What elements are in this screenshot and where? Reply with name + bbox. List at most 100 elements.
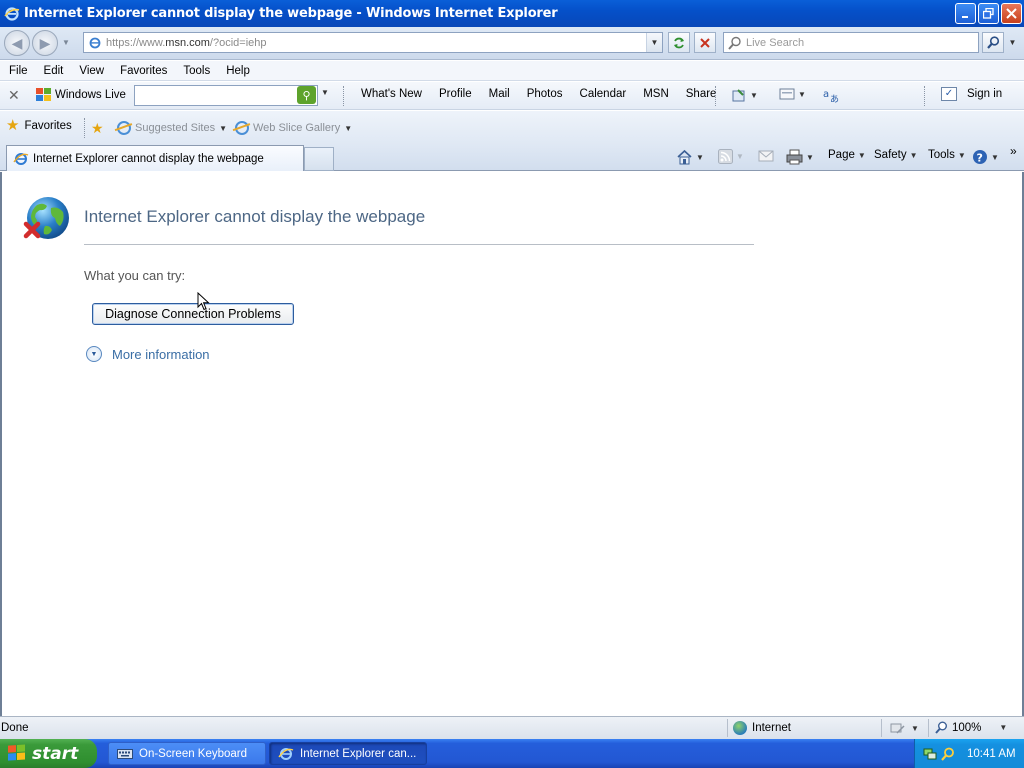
- menu-edit[interactable]: Edit: [36, 65, 72, 77]
- search-input[interactable]: Live Search: [723, 32, 979, 53]
- link-mail[interactable]: Mail: [489, 88, 510, 100]
- safety-menu-button[interactable]: Safety ▼: [874, 149, 918, 161]
- live-links: What's New Profile Mail Photos Calendar …: [361, 88, 733, 100]
- search-options-dropdown[interactable]: ▼: [1006, 32, 1019, 53]
- address-dropdown[interactable]: ▼: [646, 33, 662, 52]
- start-button[interactable]: start: [0, 739, 97, 768]
- globe-error-icon: [23, 197, 69, 239]
- chevron-down-icon: ▼: [344, 123, 353, 133]
- help-dropdown[interactable]: ▼: [991, 153, 999, 162]
- suggested-sites-button[interactable]: Suggested Sites ▼: [117, 121, 227, 135]
- diagnose-connection-button[interactable]: Diagnose Connection Problems: [92, 303, 294, 325]
- help-button[interactable]: ? ▼: [972, 149, 999, 165]
- checkbox-icon: ✓: [941, 87, 957, 101]
- translate-icon: aあ: [823, 89, 839, 103]
- ie-logo-icon: [278, 747, 294, 760]
- link-share[interactable]: Share: [686, 88, 717, 100]
- sign-in-button[interactable]: ✓ Sign in: [941, 87, 1002, 101]
- tab-current[interactable]: Internet Explorer cannot display the web…: [6, 145, 304, 171]
- stop-button[interactable]: [694, 32, 716, 53]
- status-separator: [881, 719, 882, 737]
- translate-button[interactable]: aあ: [823, 87, 839, 103]
- status-text: Done: [1, 722, 29, 734]
- home-button[interactable]: ▼: [676, 149, 704, 165]
- live-search-dropdown[interactable]: ▼: [321, 88, 329, 97]
- restore-icon: [983, 8, 994, 19]
- status-separator: [928, 719, 929, 737]
- menu-file[interactable]: File: [0, 65, 36, 77]
- menu-tools[interactable]: Tools: [175, 65, 218, 77]
- tools-menu-button[interactable]: Tools ▼: [928, 149, 966, 161]
- address-field[interactable]: https://www.msn.com/?ocid=iehp ▼: [83, 32, 663, 53]
- taskbar-item-internet-explorer[interactable]: Internet Explorer can...: [269, 742, 427, 765]
- link-msn[interactable]: MSN: [643, 88, 669, 100]
- ie-logo-icon: [4, 6, 20, 21]
- form-fill-icon: [779, 88, 795, 100]
- taskbar: start On-Screen Keyboard Internet Explor…: [0, 739, 1024, 768]
- highlight-button[interactable]: ▼: [731, 87, 758, 103]
- read-mail-button[interactable]: [758, 149, 774, 162]
- minimize-button[interactable]: [955, 3, 976, 24]
- svg-text:あ: あ: [830, 94, 839, 103]
- search-tray-icon[interactable]: [941, 747, 955, 761]
- back-button[interactable]: ◀: [4, 30, 30, 56]
- forward-arrow-icon: ▶: [39, 34, 51, 51]
- windows-live-button[interactable]: Windows Live: [36, 88, 126, 101]
- keyboard-icon: [117, 748, 133, 759]
- home-dropdown[interactable]: ▼: [696, 153, 704, 162]
- more-information-link[interactable]: ▼ More information: [86, 346, 210, 362]
- close-toolbar-icon[interactable]: ✕: [8, 87, 20, 104]
- close-button[interactable]: [1001, 3, 1022, 24]
- toolbar-separator: [715, 86, 716, 106]
- zoom-icon: [935, 721, 947, 734]
- add-to-favorites-icon[interactable]: ★: [91, 120, 104, 137]
- search-button[interactable]: [982, 32, 1004, 53]
- link-photos[interactable]: Photos: [527, 88, 563, 100]
- recent-pages-dropdown[interactable]: ▼: [62, 38, 70, 47]
- chevron-down-icon: ▼: [857, 150, 866, 160]
- web-slice-gallery-button[interactable]: Web Slice Gallery ▼: [235, 121, 352, 135]
- live-search-button[interactable]: ⚲: [297, 86, 316, 104]
- heading-divider: [84, 244, 754, 245]
- chevron-down-icon: ▼: [909, 150, 918, 160]
- link-calendar[interactable]: Calendar: [580, 88, 627, 100]
- menu-favorites[interactable]: Favorites: [112, 65, 175, 77]
- back-arrow-icon: ◀: [11, 34, 23, 51]
- forward-button[interactable]: ▶: [32, 30, 58, 56]
- clock: 10:41 AM: [967, 747, 1016, 760]
- windows-flag-icon: [36, 88, 51, 101]
- page-menu-button[interactable]: Page ▼: [828, 149, 866, 161]
- ie-page-icon: [117, 121, 131, 135]
- security-zone[interactable]: Internet: [733, 721, 791, 735]
- stop-icon: [700, 37, 710, 48]
- toolbar-separator: [343, 86, 344, 106]
- ie-page-icon: [235, 121, 249, 135]
- favorites-button[interactable]: ★ Favorites: [6, 118, 72, 133]
- new-tab-button[interactable]: [304, 147, 334, 171]
- rss-feed-icon: [718, 149, 733, 164]
- zoom-button[interactable]: 100% ▼: [935, 721, 1007, 734]
- menu-view[interactable]: View: [71, 65, 112, 77]
- menu-help[interactable]: Help: [218, 65, 258, 77]
- taskbar-item-on-screen-keyboard[interactable]: On-Screen Keyboard: [108, 742, 266, 765]
- refresh-button[interactable]: [668, 32, 690, 53]
- feeds-dropdown[interactable]: ▼: [736, 152, 744, 161]
- live-search-icon: [728, 36, 741, 50]
- feeds-button[interactable]: ▼: [718, 149, 744, 164]
- toolbar-overflow-chevron[interactable]: »: [1010, 144, 1017, 158]
- zoom-level: 100%: [952, 721, 982, 734]
- restore-button[interactable]: [978, 3, 999, 24]
- live-search-input[interactable]: [134, 85, 318, 106]
- link-whats-new[interactable]: What's New: [361, 88, 422, 100]
- status-bar: Done Internet ▼ 100% ▼: [0, 716, 1024, 739]
- protected-mode-button[interactable]: ▼: [890, 721, 919, 735]
- print-dropdown[interactable]: ▼: [806, 153, 814, 162]
- highlight-dropdown[interactable]: ▼: [750, 91, 758, 100]
- link-profile[interactable]: Profile: [439, 88, 472, 100]
- web-slice-gallery-label: Web Slice Gallery: [253, 122, 341, 134]
- form-fill-dropdown[interactable]: ▼: [798, 90, 806, 99]
- print-button[interactable]: ▼: [786, 149, 814, 165]
- network-icon[interactable]: [923, 747, 937, 761]
- form-fill-button[interactable]: ▼: [779, 87, 806, 101]
- window-title: Internet Explorer cannot display the web…: [24, 6, 558, 21]
